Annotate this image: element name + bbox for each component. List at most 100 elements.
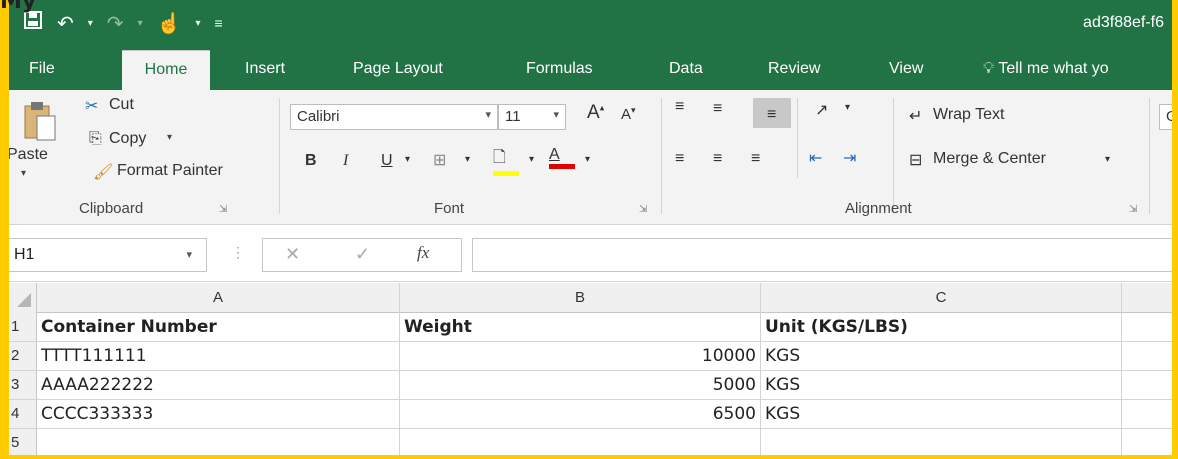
tell-me-search[interactable]: 💡︎ Tell me what yo [969,50,1123,90]
column-header-c[interactable]: C [761,283,1122,313]
enter-icon[interactable]: ✓ [355,244,370,265]
italic-button[interactable]: I [343,152,348,170]
fill-color-swatch [493,171,519,176]
tab-formulas[interactable]: Formulas [512,50,607,90]
tab-file[interactable]: File [15,50,69,90]
font-color-button[interactable]: A [549,146,575,169]
underline-dropdown-icon[interactable]: ▾ [405,154,410,165]
tab-view[interactable]: View [875,50,937,90]
number-format-combo[interactable]: G [1159,104,1172,130]
cell-c4[interactable]: KGS [761,400,1122,428]
wrap-text-icon: ↵ [909,108,923,125]
tab-review[interactable]: Review [754,50,834,90]
column-header-b[interactable]: B [400,283,761,313]
table-row: 5 [9,429,1172,455]
cell-c5[interactable] [761,429,1122,455]
redo-icon[interactable]: ↷ [107,11,124,36]
row-header[interactable]: 5 [9,429,37,455]
cell-b4[interactable]: 6500 [400,400,761,428]
clipboard-launcher-icon[interactable]: ⇲ [219,204,227,215]
font-size-combo[interactable]: 11 ▾ [498,104,566,130]
customize-qat-icon[interactable]: ≡ [215,15,223,31]
orientation-icon[interactable]: ↗ [815,100,828,120]
excel-window: ↶ ▾ ↷ ▾ ☝ ▾ ≡ ad3f88ef-f6 File Home Inse… [9,0,1172,455]
name-box-value: H1 [14,246,35,263]
tab-home[interactable]: Home [122,50,210,90]
lightbulb-icon: 💡︎ [983,60,995,77]
copy-button[interactable]: Copy [109,130,146,148]
redo-dropdown-icon[interactable]: ▾ [138,18,143,29]
borders-dropdown-icon[interactable]: ▾ [465,154,470,165]
formula-input[interactable] [472,238,1172,272]
increase-indent-icon[interactable]: ⇥ [843,148,856,168]
touch-dropdown-icon[interactable]: ▾ [196,18,201,29]
decrease-indent-icon[interactable]: ⇤ [809,148,822,168]
fill-color-button[interactable]: 🗋︎ [493,146,519,176]
align-top-icon[interactable]: ≡ [675,98,684,116]
undo-dropdown-icon[interactable]: ▾ [88,18,93,29]
cut-button[interactable]: Cut [109,96,134,114]
align-right-icon[interactable]: ≡ [751,150,760,168]
merge-center-icon: ⊟ [909,152,923,169]
bold-button[interactable]: B [305,152,317,170]
cancel-icon[interactable]: ✕ [285,244,300,265]
merge-center-button[interactable]: Merge & Center [933,150,1046,168]
grow-font-button[interactable]: A▴ [587,102,604,124]
name-box[interactable]: H1 ▾ [9,238,207,272]
cell-b2[interactable]: 10000 [400,342,761,370]
quick-access-toolbar: ↶ ▾ ↷ ▾ ☝ ▾ ≡ [23,10,223,36]
font-color-dropdown-icon[interactable]: ▾ [585,154,590,165]
align-center-icon[interactable]: ≡ [713,150,722,168]
select-all-button[interactable] [9,283,37,313]
paste-dropdown-icon[interactable]: ▾ [21,168,26,179]
borders-icon[interactable]: ⊞ [433,150,446,170]
clipboard-group-label: Clipboard [79,200,144,217]
cell-c2[interactable]: KGS [761,342,1122,370]
merge-dropdown-icon[interactable]: ▾ [1105,154,1110,165]
row-header[interactable]: 3 [9,371,37,399]
row-header[interactable]: 2 [9,342,37,370]
fill-color-dropdown-icon[interactable]: ▾ [529,154,534,165]
touch-mode-icon[interactable]: ☝ [157,11,182,36]
tab-page-layout[interactable]: Page Layout [339,50,457,90]
table-row: 2 TTTT111111 10000 KGS [9,342,1172,371]
cell-b1[interactable]: Weight [400,313,761,341]
cell-c1[interactable]: Unit (KGS/LBS) [761,313,1122,341]
insert-function-button[interactable]: fx [417,243,429,263]
cell-c3[interactable]: KGS [761,371,1122,399]
paste-button[interactable]: Paste [9,146,48,164]
frame-border-bottom [0,455,1178,459]
grow-font-icon: A [587,102,600,123]
cell-a2[interactable]: TTTT111111 [37,342,400,370]
cell-a4[interactable]: CCCC333333 [37,400,400,428]
align-middle-icon[interactable]: ≡ [713,100,722,118]
alignment-launcher-icon[interactable]: ⇲ [1129,204,1137,215]
column-header-a[interactable]: A [37,283,400,313]
font-launcher-icon[interactable]: ⇲ [639,204,647,215]
cell-b3[interactable]: 5000 [400,371,761,399]
format-painter-button[interactable]: Format Painter [117,162,223,180]
undo-icon[interactable]: ↶ [57,11,74,36]
align-left-icon[interactable]: ≡ [675,150,684,168]
row-header[interactable]: 4 [9,400,37,428]
orientation-dropdown-icon[interactable]: ▾ [845,102,850,113]
tab-data[interactable]: Data [655,50,717,90]
font-name-combo[interactable]: Calibri ▾ [290,104,498,130]
scissors-icon: ✂ [85,98,99,115]
tab-insert[interactable]: Insert [231,50,299,90]
paste-icon[interactable] [23,100,57,144]
copy-dropdown-icon[interactable]: ▾ [167,132,172,143]
tell-me-label: Tell me what yo [998,60,1109,77]
underline-button[interactable]: U [381,152,393,170]
row-header[interactable]: 1 [9,313,37,341]
cell-a5[interactable] [37,429,400,455]
wrap-text-button[interactable]: Wrap Text [933,106,1004,124]
align-bottom-glyph-icon: ≡ [767,106,777,123]
ribbon-separator [661,98,662,214]
cell-b5[interactable] [400,429,761,455]
cell-a3[interactable]: AAAA222222 [37,371,400,399]
overlay-caption: My [0,0,37,14]
font-size-value: 11 [505,108,521,125]
cell-a1[interactable]: Container Number [37,313,400,341]
shrink-font-button[interactable]: A▾ [621,105,636,123]
